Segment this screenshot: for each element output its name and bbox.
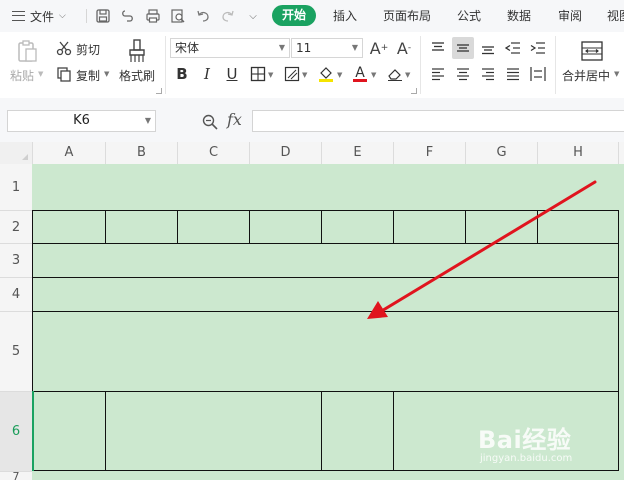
watermark-text: Bai经验 <box>478 426 572 454</box>
baidu-watermark: Bai经验 jingyan.baidu.com <box>478 420 618 470</box>
annotation-arrow <box>367 180 597 319</box>
watermark-url: jingyan.baidu.com <box>480 453 573 464</box>
annotation-arrow-shaft <box>378 180 597 314</box>
